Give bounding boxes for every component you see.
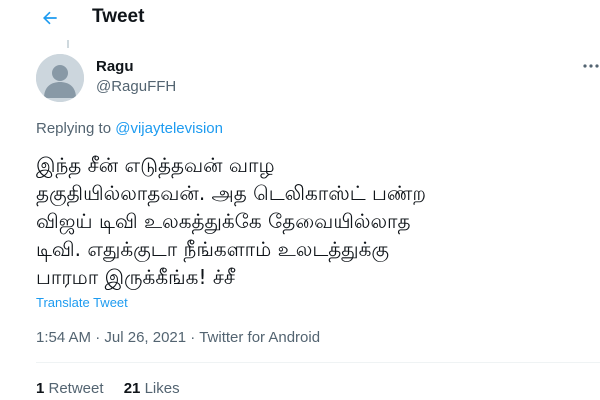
retweets-label: Retweet [44,380,104,397]
tweet-stats: 1 Retweet 21 Likes [36,380,196,398]
tweet-text-line: டிவி. எதுக்குடா நீங்களாம் உலடத்துக்கு [36,237,390,261]
back-button[interactable] [36,4,64,32]
mention-link[interactable]: @vijaytelevision [115,120,223,137]
tweet-text: இந்த சீன் எடுத்தவன் வாழ தகுதியில்லாதவன்.… [36,151,592,291]
tweet-time[interactable]: 1:54 AM [36,329,91,346]
likes-stat[interactable]: 21 Likes [124,380,180,397]
likes-label: Likes [140,380,180,397]
avatar[interactable] [36,54,84,102]
tweet-text-line: இந்த சீன் எடுத்தவன் வாழ [36,153,275,177]
more-options-button[interactable] [582,58,600,72]
meta-separator: · [186,329,200,346]
tweet-page: Tweet Ragu @RaguFFH Replying to @vijayte… [0,0,600,400]
author-display-name[interactable]: Ragu [96,58,134,76]
tweet-text-line: விஜய் டிவி உலகத்துக்கே தேவையில்லாத [36,209,411,233]
translate-tweet-link[interactable]: Translate Tweet [36,295,128,311]
likes-count: 21 [123,380,141,397]
default-avatar-icon [36,54,84,102]
meta-separator: · [91,329,105,346]
more-options-icon [583,64,599,68]
page-header: Tweet [0,0,600,36]
retweets-stat[interactable]: 1 Retweet [36,380,104,397]
author-handle[interactable]: @RaguFFH [96,78,176,96]
tweet-text-line: தகுதியில்லாதவன். அத டெலிகாஸ்ட் பண்ற [36,181,426,205]
tweet-date[interactable]: Jul 26, 2021 [104,329,186,346]
divider [36,362,600,363]
arrow-left-icon [43,11,57,25]
page-title: Tweet [92,6,145,27]
tweet-source[interactable]: Twitter for Android [199,329,320,346]
replying-to-label: Replying to [36,120,116,137]
replying-to: Replying to @vijaytelevision [36,120,223,138]
tweet-text-line: பாரமா இருக்கீங்க! ச்சீ [36,265,235,289]
tweet-meta: 1:54 AM · Jul 26, 2021 · Twitter for And… [36,329,320,347]
thread-connector-line [67,40,69,48]
